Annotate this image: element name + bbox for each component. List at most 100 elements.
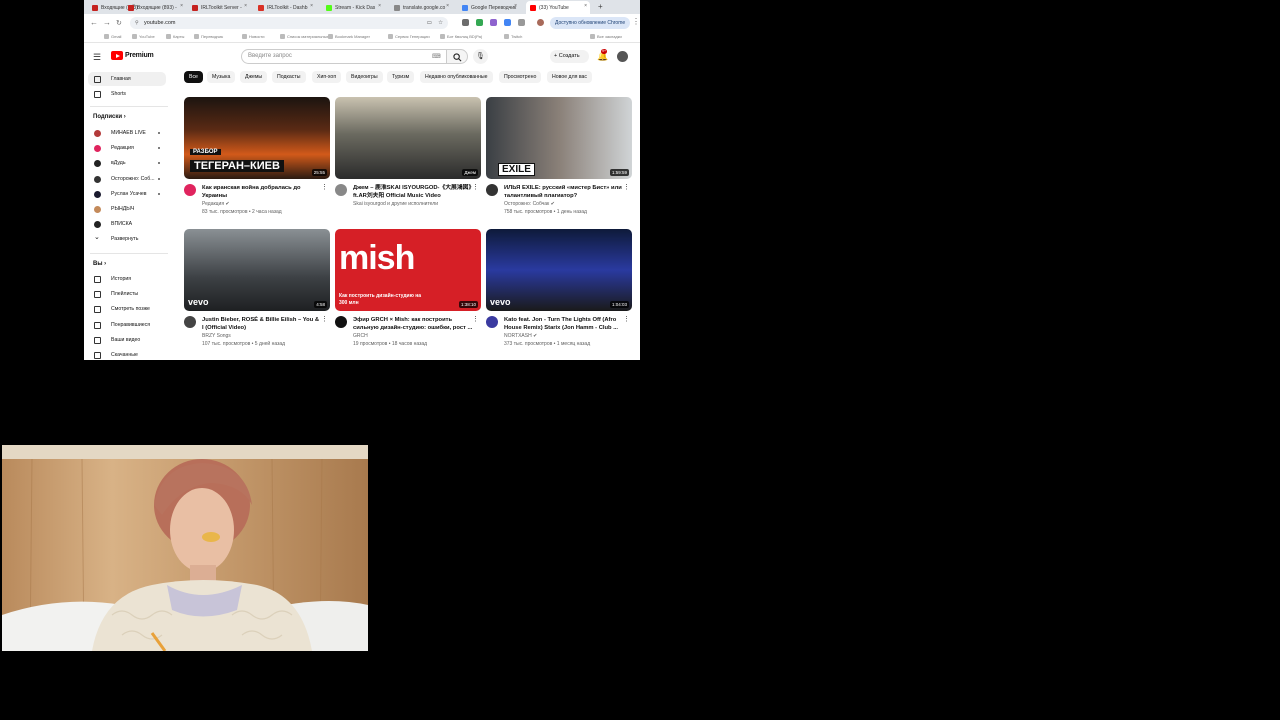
filter-chip[interactable]: Просмотрено [499, 71, 542, 83]
voice-search-icon[interactable]: 🎙 [473, 49, 488, 64]
bookmark-item[interactable]: Бот Кволиц BD(Ра) [440, 34, 482, 40]
sidebar-you-item[interactable]: Скачанные [88, 348, 166, 360]
video-card[interactable]: EXILE 1:59:59 ИЛЬЯ EXILE: русский «мистер … [486, 97, 632, 217]
create-button[interactable]: + Создать [550, 50, 589, 63]
bookmark-item[interactable]: Сервис Генерации [388, 34, 430, 40]
channel-avatar[interactable] [335, 316, 347, 328]
browser-tab[interactable]: IRLToolkit Server - × [188, 1, 250, 14]
sidebar-you-item[interactable]: Ваши видео [88, 333, 166, 347]
channel-name[interactable]: Редакция ✔ [202, 201, 322, 207]
sidebar-item-home[interactable]: Главная [88, 72, 166, 86]
menu-icon[interactable]: ☰ [93, 52, 101, 63]
filter-chip[interactable]: Недавно опубликованные [420, 71, 493, 83]
video-card[interactable]: mish Как построить дизайн-студию на 300 м… [335, 229, 481, 349]
search-button[interactable] [447, 49, 468, 64]
sidebar-subscription-item[interactable]: Редакция [88, 141, 166, 155]
channel-avatar[interactable] [486, 184, 498, 196]
sidebar-you-item[interactable]: Смотреть позже [88, 302, 166, 316]
channel-name[interactable]: Skai isyourgod и другие исполнители [353, 201, 473, 207]
filter-chip[interactable]: Туризм [387, 71, 415, 83]
forward-icon[interactable]: → [103, 18, 111, 27]
filter-chip[interactable]: Все [184, 71, 203, 83]
extension-icon[interactable] [504, 19, 511, 26]
bookmark-item[interactable]: Карты [166, 34, 184, 40]
filter-chip[interactable]: Музыка [207, 71, 236, 83]
site-info-icon[interactable]: ⚲ [135, 17, 139, 29]
tab-close-icon[interactable]: × [244, 3, 247, 9]
video-thumbnail[interactable]: vevo 4:58 [184, 229, 330, 311]
tab-close-icon[interactable]: × [514, 3, 517, 9]
filter-chip[interactable]: Новое для вас [547, 71, 593, 83]
you-heading[interactable]: Вы › [93, 261, 106, 267]
video-title[interactable]: Как иранская война добралась до Украины [202, 184, 322, 200]
video-title[interactable]: ИЛЬЯ EXILE: русский «мистер Бист» или та… [504, 184, 624, 200]
more-options-icon[interactable]: ⋮ [623, 184, 630, 191]
chrome-update-button[interactable]: Доступно обновление Chrome [550, 17, 630, 29]
filter-chip[interactable]: Хип-хоп [312, 71, 342, 83]
account-avatar[interactable] [617, 51, 628, 62]
sidebar-subscription-item[interactable]: Руслан Усачев [88, 187, 166, 201]
bookmark-item[interactable]: Bookmark Manager [328, 34, 370, 40]
more-options-icon[interactable]: ⋮ [623, 316, 630, 323]
video-card[interactable]: Джем Джем – 鹿淮SKAI ISYOURGOD-《大展鴻図》ft.AR刘… [335, 97, 481, 217]
video-card[interactable]: РАЗБОР ТЕГЕРАН–КИЕВ 25:55 Как иранская войн… [184, 97, 330, 217]
sidebar-you-item[interactable]: Плейлисты [88, 287, 166, 301]
more-options-icon[interactable]: ⋮ [472, 316, 479, 323]
sidebar-subscription-item[interactable]: вДудь [88, 156, 166, 170]
sidebar-subscription-item[interactable]: Осторожно: Соб... [88, 172, 166, 186]
bookmark-item[interactable]: Все закладки [590, 34, 622, 40]
tab-close-icon[interactable]: × [584, 3, 587, 9]
filter-chip[interactable]: Подкасты [272, 71, 306, 83]
channel-name[interactable]: Осторожно: Собчак ✔ [504, 201, 624, 207]
channel-avatar[interactable] [184, 184, 196, 196]
subscriptions-heading[interactable]: Подписки › [93, 114, 126, 120]
video-thumbnail[interactable]: Джем [335, 97, 481, 179]
kebab-menu-icon[interactable]: ⋮ [632, 17, 640, 26]
reload-icon[interactable]: ↻ [116, 19, 122, 27]
youtube-logo-icon[interactable] [111, 51, 123, 60]
video-thumbnail[interactable]: РАЗБОР ТЕГЕРАН–КИЕВ 25:55 [184, 97, 330, 179]
channel-avatar[interactable] [486, 316, 498, 328]
extension-icon[interactable] [476, 19, 483, 26]
bookmark-item[interactable]: Переводчик [194, 34, 223, 40]
tab-close-icon[interactable]: × [180, 3, 183, 9]
channel-avatar[interactable] [184, 316, 196, 328]
more-options-icon[interactable]: ⋮ [472, 184, 479, 191]
video-thumbnail[interactable]: EXILE 1:59:59 [486, 97, 632, 179]
video-thumbnail[interactable]: mish Как построить дизайн-студию на 300 м… [335, 229, 481, 311]
search-input[interactable]: Введите запрос [241, 49, 447, 64]
new-tab-icon[interactable]: + [598, 2, 603, 11]
bookmark-item[interactable]: Gmail [104, 34, 121, 40]
sidebar-you-item[interactable]: История [88, 272, 166, 286]
video-title[interactable]: Justin Bieber, ROSÉ & Billie Eilish – Yo… [202, 316, 322, 332]
bookmark-star-icon[interactable]: ☆ [438, 17, 443, 29]
address-bar[interactable]: ⚲ youtube.com ▭ ☆ [130, 17, 448, 29]
bookmark-item[interactable]: YouTube [132, 34, 155, 40]
sidebar-subscription-item[interactable]: ⌄ Развернуть [88, 232, 166, 246]
sidebar-you-item[interactable]: Понравившиеся [88, 318, 166, 332]
extension-icon[interactable] [462, 19, 469, 26]
channel-avatar[interactable] [335, 184, 347, 196]
extensions-puzzle-icon[interactable] [518, 19, 525, 26]
channel-name[interactable]: NORTXASH ✔ [504, 333, 624, 339]
channel-name[interactable]: BRZY Songs [202, 333, 322, 339]
sidebar-subscription-item[interactable]: ВПИСКА [88, 217, 166, 231]
more-options-icon[interactable]: ⋮ [321, 184, 328, 191]
cast-icon[interactable]: ▭ [427, 17, 432, 29]
sidebar-subscription-item[interactable]: МИНАЕВ LIVE [88, 126, 166, 140]
keyboard-icon[interactable]: ⌨ [432, 53, 441, 60]
more-options-icon[interactable]: ⋮ [321, 316, 328, 323]
browser-tab[interactable]: Google Переводчик × [458, 1, 520, 14]
browser-tab[interactable]: IRLToolkit - Dashb × [254, 1, 316, 14]
youtube-logo-text[interactable]: Premium [125, 52, 154, 59]
video-thumbnail[interactable]: vevo 1:04:03 [486, 229, 632, 311]
video-title[interactable]: Kato feat. Jon - Turn The Lights Off (Af… [504, 316, 624, 332]
sidebar-item-shorts[interactable]: Shorts [88, 87, 166, 101]
filter-chip[interactable]: Видеоигры [346, 71, 383, 83]
tab-close-icon[interactable]: × [310, 3, 313, 9]
browser-tab[interactable]: Stream - Kick Das × [322, 1, 384, 14]
filter-chip[interactable]: Джемы [240, 71, 268, 83]
sidebar-subscription-item[interactable]: РЫНДЫЧ [88, 202, 166, 216]
video-title[interactable]: Эфир GRCH × Mish: как построить сильную … [353, 316, 473, 332]
channel-name[interactable]: GRCH [353, 333, 473, 339]
